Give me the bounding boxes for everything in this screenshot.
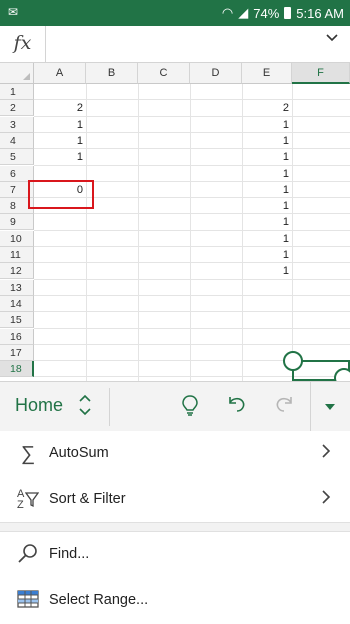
chevron-right-icon	[322, 444, 331, 458]
sigma-icon: ∑	[20, 443, 36, 465]
row-header-14[interactable]: 14	[0, 295, 34, 312]
ribbon-expand-button[interactable]	[310, 382, 350, 432]
cell-e5[interactable]: 1	[242, 149, 292, 165]
cell-e6[interactable]: 1	[242, 166, 292, 182]
menu-item-label: Select Range...	[49, 592, 149, 608]
status-bar: ✉ ◠ ◢ 74% 5:16 AM	[0, 0, 350, 26]
menu-item-find[interactable]: Find...	[0, 532, 350, 578]
tab-switcher-icon[interactable]	[78, 392, 92, 421]
sort-filter-icon: AZ	[16, 488, 40, 512]
table-icon	[16, 589, 40, 613]
column-header-c[interactable]: C	[138, 63, 190, 84]
row-header-15[interactable]: 15	[0, 312, 34, 329]
row-header-13[interactable]: 13	[0, 279, 34, 296]
cell-e11[interactable]: 1	[242, 247, 292, 263]
lightbulb-icon[interactable]	[178, 393, 202, 417]
menu-divider	[0, 522, 350, 532]
column-header-d[interactable]: D	[190, 63, 242, 84]
grid-line	[34, 343, 350, 345]
cell-e8[interactable]: 1	[242, 198, 292, 214]
ribbon-divider	[109, 388, 110, 426]
grid-line	[34, 294, 350, 296]
grid-line	[34, 213, 350, 215]
grid-line	[86, 84, 87, 381]
row-header-17[interactable]: 17	[0, 344, 34, 361]
grid-line	[34, 327, 350, 329]
selection-handle-icon[interactable]	[283, 351, 303, 371]
ribbon-bar: Home	[0, 381, 350, 432]
menu-item-label: Find...	[49, 546, 90, 562]
wifi-icon: ◠	[221, 5, 234, 20]
spreadsheet-grid[interactable]: A B C D E F 1 2 2 2 3 1 1 4 1 1 5 1 1 6 1 7 0 1 8 1 9 1 10 1 11 1 12 1 13 1…	[0, 63, 350, 381]
cell-e7[interactable]: 1	[242, 182, 292, 198]
grid-line	[138, 84, 139, 381]
grid-line	[34, 278, 350, 280]
grid-line	[34, 262, 350, 264]
battery-level: 74%	[253, 5, 280, 21]
cell-a5[interactable]: 1	[34, 149, 86, 165]
grid-line	[190, 84, 191, 381]
cell-e3[interactable]: 1	[242, 117, 292, 133]
grid-line	[34, 246, 350, 247]
row-header-2[interactable]: 2	[0, 100, 34, 117]
row-header-12[interactable]: 12	[0, 263, 34, 280]
cell-a4[interactable]: 1	[34, 133, 86, 149]
column-header-a[interactable]: A	[34, 63, 86, 84]
cell-e2[interactable]: 2	[242, 100, 292, 116]
grid-line	[34, 311, 350, 313]
cell-e4[interactable]: 1	[242, 133, 292, 149]
row-header-18[interactable]: 18	[0, 361, 34, 378]
row-header-16[interactable]: 16	[0, 328, 34, 345]
row-header-1[interactable]: 1	[0, 84, 34, 100]
grid-line	[292, 84, 293, 381]
cell-e12[interactable]: 1	[242, 263, 292, 279]
notification-icon: ✉	[8, 5, 19, 19]
clock: 5:16 AM	[296, 5, 344, 21]
row-header-10[interactable]: 10	[0, 230, 34, 247]
ribbon-tab-home[interactable]: Home	[15, 395, 63, 416]
undo-icon[interactable]	[225, 393, 249, 417]
column-header-f[interactable]: F	[292, 63, 350, 84]
formula-bar[interactable]: fx	[0, 26, 350, 63]
selection-handle-icon[interactable]	[334, 368, 350, 381]
signal-icon: ◢	[238, 5, 249, 20]
menu-item-label: Sort & Filter	[49, 491, 126, 507]
row-header-11[interactable]: 11	[0, 247, 34, 263]
row-header-9[interactable]: 9	[0, 214, 34, 231]
row-header-4[interactable]: 4	[0, 132, 34, 149]
cell-a2[interactable]: 2	[34, 100, 86, 116]
menu-item-select-range[interactable]: Select Range...	[0, 578, 350, 624]
home-menu: ∑ AutoSum AZ Sort & Filter Find... Selec…	[0, 431, 350, 622]
cell-e10[interactable]: 1	[242, 231, 292, 247]
column-header-b[interactable]: B	[86, 63, 138, 84]
grid-line	[34, 229, 350, 231]
column-header-e[interactable]: E	[242, 63, 292, 84]
battery-icon	[284, 7, 292, 19]
search-icon	[16, 543, 40, 567]
chevron-down-icon[interactable]	[326, 34, 338, 42]
redo-icon[interactable]	[272, 393, 296, 417]
select-all-corner[interactable]	[0, 63, 34, 84]
fx-icon[interactable]: fx	[0, 26, 46, 62]
cell-e9[interactable]: 1	[242, 214, 292, 230]
menu-item-autosum[interactable]: ∑ AutoSum	[0, 431, 350, 477]
menu-item-sort-filter[interactable]: AZ Sort & Filter	[0, 477, 350, 523]
cell-a3[interactable]: 1	[34, 117, 86, 133]
row-header-3[interactable]: 3	[0, 116, 34, 133]
row-header-5[interactable]: 5	[0, 149, 34, 166]
highlight-box	[28, 180, 94, 209]
menu-item-label: AutoSum	[49, 445, 109, 461]
chevron-right-icon	[322, 490, 331, 504]
